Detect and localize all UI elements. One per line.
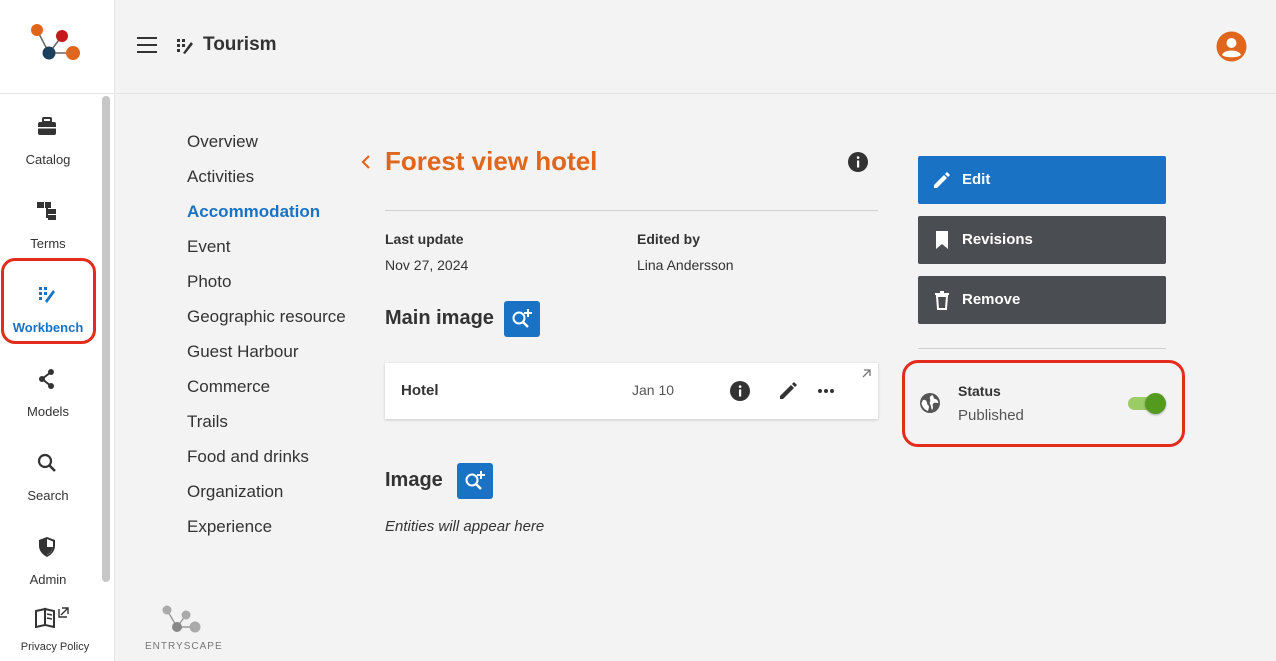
search-add-icon — [465, 471, 485, 490]
divider — [385, 210, 878, 211]
rail-item-catalog[interactable]: Catalog — [0, 108, 96, 188]
remove-button[interactable]: Remove — [918, 276, 1166, 324]
add-main-image-button[interactable] — [504, 301, 540, 337]
highlight-ring-status — [902, 360, 1185, 447]
privacy-policy-link[interactable]: Privacy Policy — [0, 600, 110, 660]
edit-button[interactable]: Edit — [918, 156, 1166, 204]
app-logo[interactable] — [0, 0, 115, 94]
last-update-label: Last update — [385, 231, 464, 247]
hierarchy-icon — [37, 202, 56, 220]
back-chevron-icon[interactable] — [359, 152, 373, 172]
main-image-date: Jan 10 — [632, 382, 675, 398]
entryscape-logo-icon — [31, 24, 80, 60]
subnav-item-accommodation[interactable]: Accommodation — [187, 200, 346, 235]
rail-item-label: Terms — [30, 236, 66, 251]
rail-item-label: Models — [27, 404, 69, 419]
briefcase-icon — [38, 117, 56, 135]
more-options-icon[interactable] — [817, 388, 835, 394]
edited-by-value: Lina Andersson — [637, 257, 734, 273]
divider — [918, 348, 1166, 349]
rail-item-admin[interactable]: Admin — [0, 528, 96, 608]
menu-icon[interactable] — [137, 37, 157, 53]
bookmark-icon — [936, 231, 948, 249]
share-nodes-icon — [39, 369, 54, 389]
revisions-button[interactable]: Revisions — [918, 216, 1166, 264]
subnav-item-activities[interactable]: Activities — [187, 165, 346, 200]
main-image-name: Hotel — [401, 382, 439, 399]
brand-wordmark: ENTRYSCAPE — [145, 641, 223, 652]
info-icon[interactable] — [848, 152, 868, 172]
user-avatar-icon[interactable] — [1216, 31, 1247, 62]
entity-type-nav: Overview Activities Accommodation Event … — [187, 130, 346, 550]
remove-button-label: Remove — [962, 291, 1021, 308]
main-image-title: Main image — [385, 307, 494, 329]
rail-item-label: Admin — [29, 572, 67, 587]
workbench-icon — [177, 39, 193, 54]
book-external-icon — [35, 607, 69, 628]
entity-title: Forest view hotel — [385, 146, 598, 176]
pencil-icon[interactable] — [777, 380, 799, 402]
subnav-item-overview[interactable]: Overview — [187, 130, 346, 165]
subnav-item-experience[interactable]: Experience — [187, 515, 346, 550]
subnav-item-photo[interactable]: Photo — [187, 270, 346, 305]
search-icon — [37, 453, 56, 472]
context-title: Tourism — [203, 34, 277, 55]
subnav-item-event[interactable]: Event — [187, 235, 346, 270]
subnav-item-organization[interactable]: Organization — [187, 480, 346, 515]
info-icon[interactable] — [730, 381, 750, 401]
subnav-item-food-and-drinks[interactable]: Food and drinks — [187, 445, 346, 480]
last-update-value: Nov 27, 2024 — [385, 257, 469, 273]
edited-by-label: Edited by — [637, 231, 701, 247]
image-title: Image — [385, 469, 443, 491]
rail-scrollbar[interactable] — [102, 96, 110, 582]
subnav-item-geographic-resource[interactable]: Geographic resource — [187, 305, 346, 340]
subnav-item-trails[interactable]: Trails — [187, 410, 346, 445]
edit-button-label: Edit — [962, 171, 991, 188]
privacy-policy-label: Privacy Policy — [20, 641, 90, 653]
entryscape-logo-icon — [162, 605, 201, 633]
add-image-button[interactable] — [457, 463, 493, 499]
pencil-icon — [934, 172, 950, 188]
footer-logo: ENTRYSCAPE — [145, 605, 225, 655]
shield-icon — [39, 537, 55, 557]
main-image-card[interactable]: Hotel Jan 10 — [385, 363, 878, 419]
side-rail: Catalog Terms Workbench Models Search Ad… — [0, 0, 115, 661]
image-empty-placeholder: Entities will appear here — [385, 518, 545, 535]
rail-item-models[interactable]: Models — [0, 360, 96, 440]
subnav-item-commerce[interactable]: Commerce — [187, 375, 346, 410]
top-header: Tourism — [116, 0, 1276, 94]
rail-item-search[interactable]: Search — [0, 444, 96, 524]
rail-item-label: Search — [27, 488, 69, 503]
open-external-icon[interactable] — [860, 368, 872, 380]
trash-icon — [935, 291, 949, 310]
rail-item-label: Catalog — [25, 152, 71, 167]
revisions-button-label: Revisions — [962, 231, 1033, 248]
search-add-icon — [512, 309, 532, 328]
subnav-item-guest-harbour[interactable]: Guest Harbour — [187, 340, 346, 375]
highlight-ring-workbench — [1, 258, 96, 344]
